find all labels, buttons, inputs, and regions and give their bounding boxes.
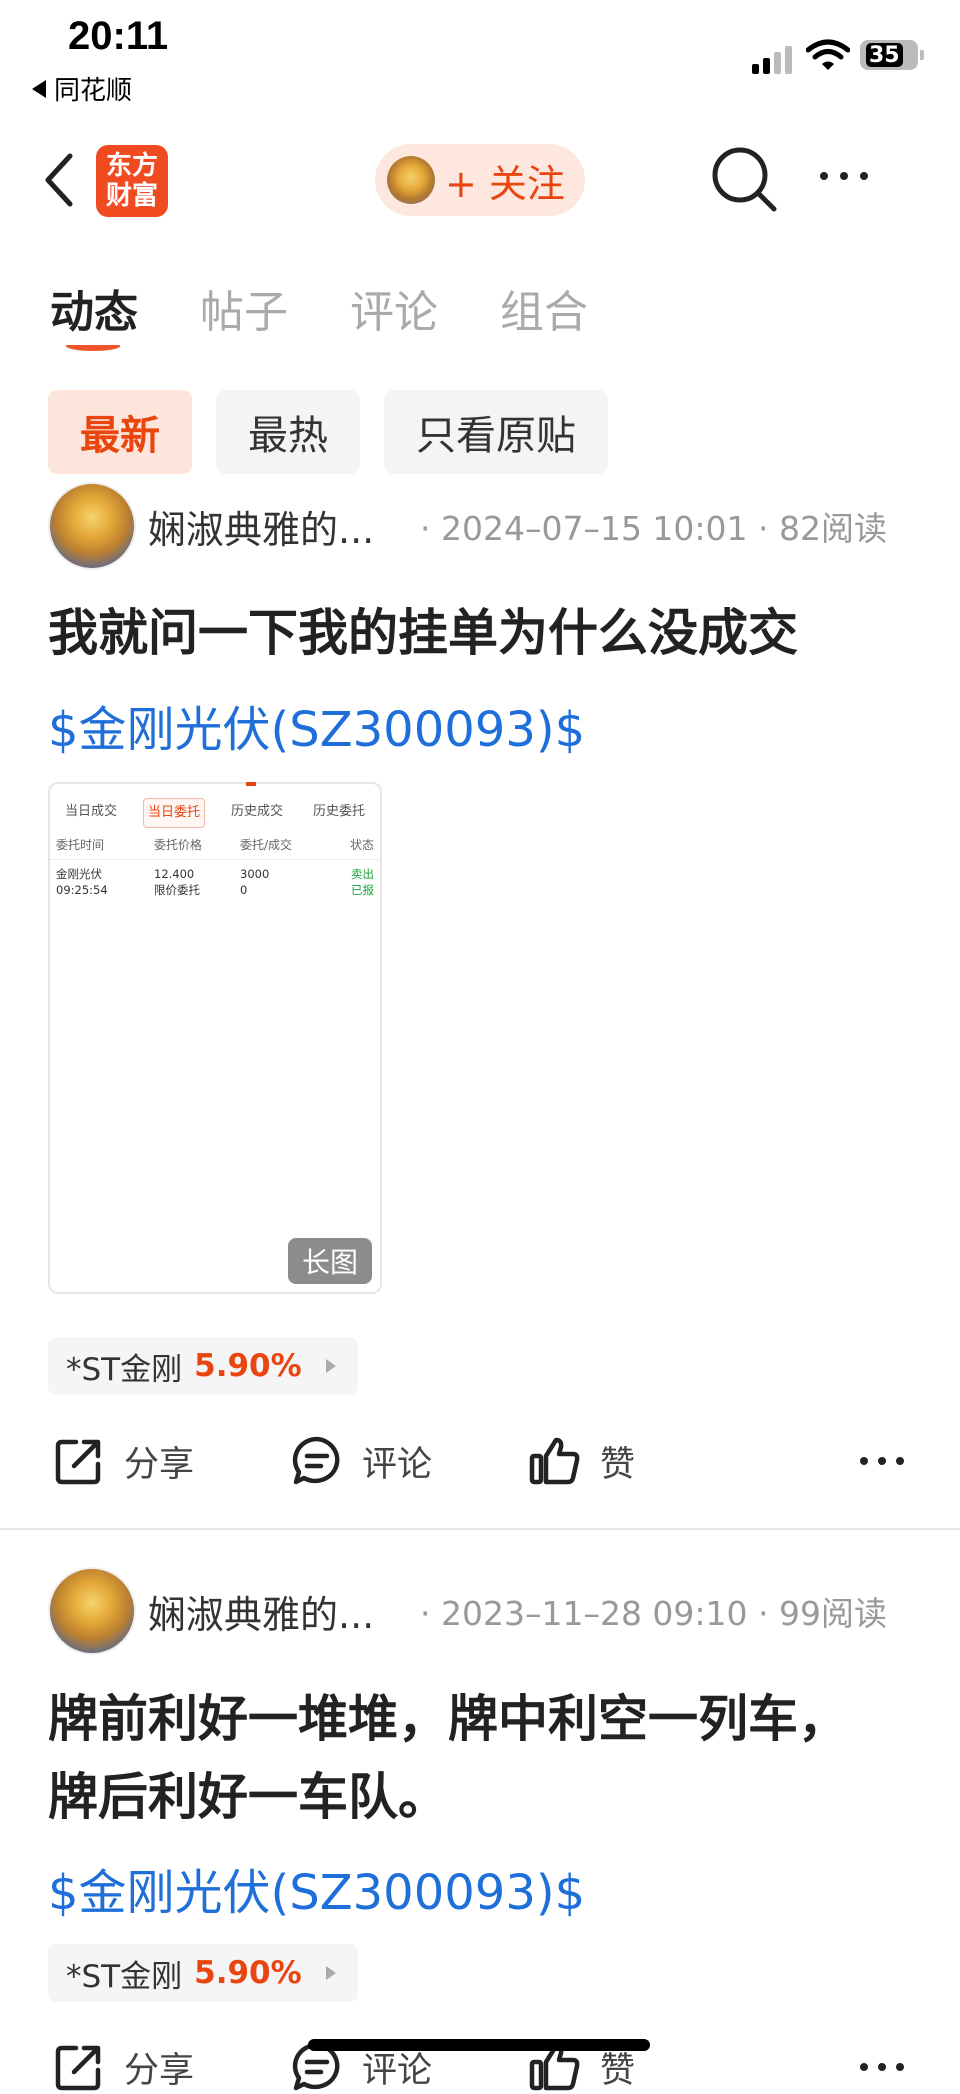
author-avatar[interactable] xyxy=(48,482,136,570)
post-title[interactable]: 我就问一下我的挂单为什么没成交 xyxy=(48,594,798,672)
back-app-label: 同花顺 xyxy=(54,76,133,106)
filter-latest[interactable]: 最新 xyxy=(48,390,192,474)
stock-change: 5.90% xyxy=(194,1348,302,1384)
profile-tabs: 动态 帖子 评论 组合 xyxy=(50,276,588,340)
stock-quote-chip[interactable]: *ST金刚 5.90% xyxy=(48,1944,358,2002)
chevron-right-icon xyxy=(325,1359,336,1373)
stock-name: *ST金刚 xyxy=(66,1351,183,1388)
back-triangle-icon xyxy=(32,79,46,98)
chevron-right-icon xyxy=(325,1966,336,1980)
follow-label: + 关注 xyxy=(445,161,565,206)
logo-line1: 东方 xyxy=(105,151,158,181)
share-label: 分享 xyxy=(124,1444,195,1485)
post-image[interactable]: 当日成交 当日委托 历史成交 历史委托 委托时间 委托价格 委托/成交 状态 金… xyxy=(48,782,382,1294)
share-button[interactable]: 分享 xyxy=(52,1434,194,1488)
comment-button[interactable]: 评论 xyxy=(290,1434,432,1488)
stock-change: 5.90% xyxy=(194,1955,302,1991)
back-to-app[interactable]: 同花顺 xyxy=(32,70,132,107)
image-cell: 已报 xyxy=(351,883,374,897)
post-meta: · 2024–07–15 10:01 · 82阅读 xyxy=(420,509,887,548)
app-logo[interactable]: 东方 财富 xyxy=(96,145,168,217)
search-icon[interactable] xyxy=(710,145,780,215)
follow-button[interactable]: + 关注 xyxy=(375,144,585,216)
battery-level: 35 xyxy=(866,43,903,68)
image-cell: 3000 xyxy=(240,867,270,881)
share-icon xyxy=(55,1439,101,1485)
image-cell: 金刚光伏 xyxy=(56,867,102,881)
image-tab-marker xyxy=(246,782,256,786)
signal-icon xyxy=(752,40,792,74)
wifi-icon xyxy=(806,39,850,70)
stock-link[interactable]: $金刚光伏(SZ300093)$ xyxy=(48,1853,585,1923)
filter-hot[interactable]: 最热 xyxy=(216,390,360,474)
tab-comments[interactable]: 评论 xyxy=(350,276,438,340)
active-tab-indicator xyxy=(66,341,120,351)
image-cell: 卖出 xyxy=(351,867,374,881)
image-tab: 当日委托 xyxy=(142,798,205,828)
share-icon xyxy=(55,2045,101,2091)
post-header: 娴淑典雅的... · 2024–07–15 10:01 · 82阅读 xyxy=(48,482,887,570)
filter-chips: 最新 最热 只看原贴 xyxy=(48,390,608,474)
stock-name: *ST金刚 xyxy=(66,1958,183,1995)
image-table-row: 金刚光伏 12.400 3000 卖出 xyxy=(50,860,380,882)
post-title-line: 牌前利好一堆堆，牌中利空一列车， xyxy=(48,1690,848,1748)
image-tab: 当日成交 xyxy=(64,804,117,819)
battery-icon: 35 xyxy=(860,40,918,70)
thumbs-up-icon xyxy=(529,1437,580,1485)
tab-dynamics[interactable]: 动态 xyxy=(50,276,138,340)
stock-link[interactable]: $金刚光伏(SZ300093)$ xyxy=(48,690,585,760)
like-button[interactable]: 赞 xyxy=(528,1434,635,1488)
battery-tip xyxy=(920,50,924,60)
image-cell: 0 xyxy=(240,883,248,897)
image-tab: 历史成交 xyxy=(230,804,283,819)
post-meta: · 2023–11–28 09:10 · 99阅读 xyxy=(420,1594,887,1633)
post-divider xyxy=(0,1528,960,1530)
stock-quote-chip[interactable]: *ST金刚 5.90% xyxy=(48,1337,358,1395)
image-col: 委托时间 xyxy=(56,838,105,852)
comment-icon xyxy=(292,1436,340,1485)
image-cell: 09:25:54 xyxy=(56,883,108,897)
home-indicator[interactable] xyxy=(308,2039,650,2051)
author-name[interactable]: 娴淑典雅的... xyxy=(148,1584,410,1639)
share-label: 分享 xyxy=(124,2050,195,2091)
more-menu-icon[interactable] xyxy=(820,172,868,180)
post-title-line: 牌后利好一车队。 xyxy=(48,1768,448,1826)
post-more-icon[interactable] xyxy=(860,1457,904,1465)
image-col: 委托/成交 xyxy=(240,838,293,852)
image-table-header: 委托时间 委托价格 委托/成交 状态 xyxy=(50,828,380,860)
post-header: 娴淑典雅的... · 2023–11–28 09:10 · 99阅读 xyxy=(48,1567,887,1655)
tab-posts[interactable]: 帖子 xyxy=(200,276,288,340)
post-title[interactable]: 牌前利好一堆堆，牌中利空一列车， 牌后利好一车队。 xyxy=(48,1680,918,1836)
long-image-badge: 长图 xyxy=(288,1238,372,1284)
image-cell: 限价委托 xyxy=(154,883,200,897)
share-button[interactable]: 分享 xyxy=(52,2040,194,2094)
image-tab: 历史委托 xyxy=(312,804,365,819)
like-label: 赞 xyxy=(600,1444,636,1485)
tab-portfolio[interactable]: 组合 xyxy=(500,276,588,340)
user-avatar-small xyxy=(387,156,435,204)
back-arrow-icon[interactable] xyxy=(40,150,80,210)
status-time: 20:11 xyxy=(68,14,169,58)
image-col: 状态 xyxy=(349,838,374,852)
image-col: 委托价格 xyxy=(154,838,203,852)
filter-original-only[interactable]: 只看原贴 xyxy=(384,390,608,474)
author-avatar[interactable] xyxy=(48,1567,136,1655)
image-cell: 12.400 xyxy=(154,867,195,881)
logo-line2: 财富 xyxy=(105,181,158,211)
comment-label: 评论 xyxy=(362,1444,433,1485)
author-name[interactable]: 娴淑典雅的... xyxy=(148,499,410,554)
image-tabs: 当日成交 当日委托 历史成交 历史委托 xyxy=(50,784,380,828)
post-more-icon[interactable] xyxy=(860,2063,904,2071)
image-table-row: 09:25:54 限价委托 0 已报 xyxy=(50,882,380,898)
post-actions: 分享 评论 赞 xyxy=(52,1434,912,1488)
